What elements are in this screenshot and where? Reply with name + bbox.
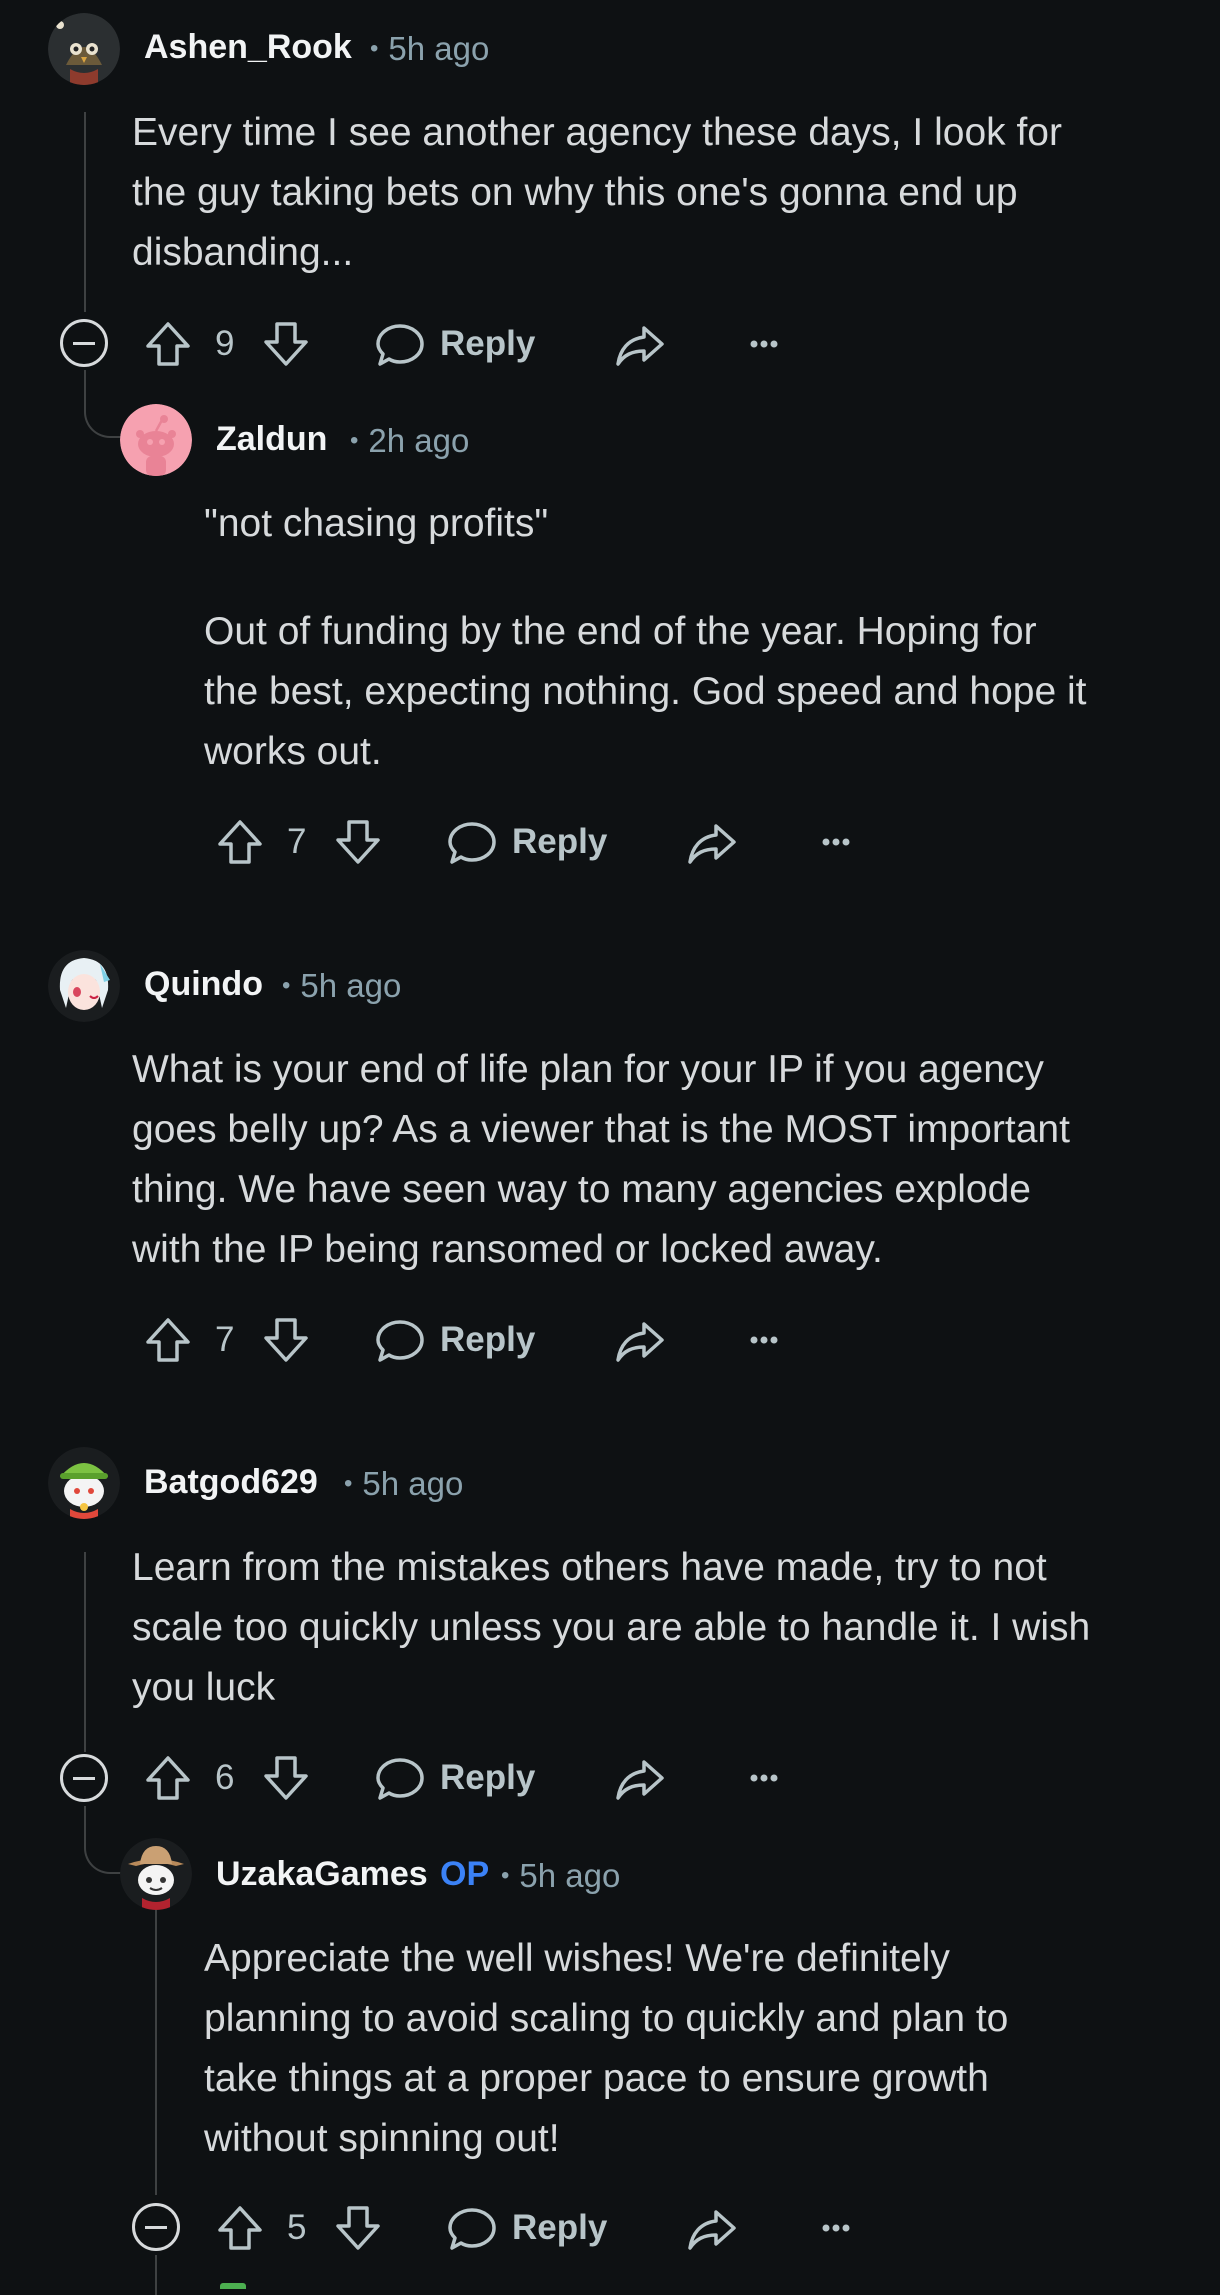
- timestamp: • 5h ago: [370, 30, 490, 67]
- snoo-default-avatar-icon[interactable]: [120, 404, 192, 476]
- downvote-icon[interactable]: [330, 2200, 386, 2256]
- comment-body: Learn from the mistakes others have made…: [132, 1546, 1091, 1709]
- downvote-icon[interactable]: [258, 1312, 314, 1368]
- vote-count: 9: [215, 324, 235, 363]
- username[interactable]: Quindo: [144, 965, 263, 1004]
- vote-count: 7: [287, 822, 307, 861]
- next-avatar-peek: [220, 2283, 246, 2289]
- vote-count: 5: [287, 2208, 307, 2247]
- comment-body: Out of funding by the end of the year. H…: [204, 610, 1087, 773]
- reply-icon[interactable]: [372, 316, 428, 372]
- upvote-icon[interactable]: [212, 814, 268, 870]
- op-badge: OP: [440, 1855, 490, 1893]
- timestamp: • 5h ago: [501, 1857, 621, 1894]
- collapse-thread-button[interactable]: [60, 319, 108, 367]
- share-icon[interactable]: [612, 316, 668, 372]
- upvote-icon[interactable]: [140, 1312, 196, 1368]
- reply-button[interactable]: Reply: [512, 2200, 607, 2256]
- reply-icon[interactable]: [444, 814, 500, 870]
- username[interactable]: Ashen_Rook: [144, 28, 352, 67]
- comment-body: Every time I see another agency these da…: [132, 111, 1062, 274]
- upvote-icon[interactable]: [212, 2200, 268, 2256]
- owl-avatar-icon[interactable]: [48, 13, 120, 85]
- thread-connector: [84, 370, 126, 438]
- more-options-icon[interactable]: [808, 814, 864, 870]
- reply-icon[interactable]: [372, 1750, 428, 1806]
- collapse-thread-button[interactable]: [60, 1754, 108, 1802]
- downvote-icon[interactable]: [258, 316, 314, 372]
- thread-line: [155, 2255, 157, 2295]
- downvote-icon[interactable]: [258, 1750, 314, 1806]
- comment-body: "not chasing profits": [204, 502, 549, 545]
- vote-count: 7: [215, 1320, 235, 1359]
- comment-body: Appreciate the well wishes! We're defini…: [204, 1937, 1009, 2160]
- more-options-icon[interactable]: [736, 1312, 792, 1368]
- thread-line: [155, 1890, 157, 2195]
- username[interactable]: UzakaGames: [216, 1855, 428, 1894]
- share-icon[interactable]: [684, 814, 740, 870]
- downvote-icon[interactable]: [330, 814, 386, 870]
- thread-line: [84, 112, 86, 312]
- reply-button[interactable]: Reply: [512, 814, 607, 870]
- reply-icon[interactable]: [444, 2200, 500, 2256]
- timestamp: • 5h ago: [344, 1465, 464, 1502]
- anime-girl-avatar-icon[interactable]: [48, 950, 120, 1022]
- thread-line: [84, 1552, 86, 1752]
- more-options-icon[interactable]: [808, 2200, 864, 2256]
- comment-body: What is your end of life plan for your I…: [132, 1048, 1070, 1271]
- share-icon[interactable]: [612, 1312, 668, 1368]
- username[interactable]: Batgod629: [144, 1463, 318, 1502]
- thread-connector: [84, 1806, 126, 1874]
- timestamp: • 5h ago: [282, 967, 402, 1004]
- cowboy-avatar-icon[interactable]: [120, 1838, 192, 1910]
- reply-button[interactable]: Reply: [440, 316, 535, 372]
- share-icon[interactable]: [684, 2200, 740, 2256]
- more-options-icon[interactable]: [736, 1750, 792, 1806]
- username[interactable]: Zaldun: [216, 420, 327, 459]
- reply-button[interactable]: Reply: [440, 1750, 535, 1806]
- collapse-thread-button[interactable]: [132, 2203, 180, 2251]
- vote-count: 6: [215, 1758, 235, 1797]
- reply-button[interactable]: Reply: [440, 1312, 535, 1368]
- green-hat-snoo-avatar-icon[interactable]: [48, 1447, 120, 1519]
- reply-icon[interactable]: [372, 1312, 428, 1368]
- upvote-icon[interactable]: [140, 1750, 196, 1806]
- share-icon[interactable]: [612, 1750, 668, 1806]
- timestamp: • 2h ago: [350, 422, 470, 459]
- more-options-icon[interactable]: [736, 316, 792, 372]
- upvote-icon[interactable]: [140, 316, 196, 372]
